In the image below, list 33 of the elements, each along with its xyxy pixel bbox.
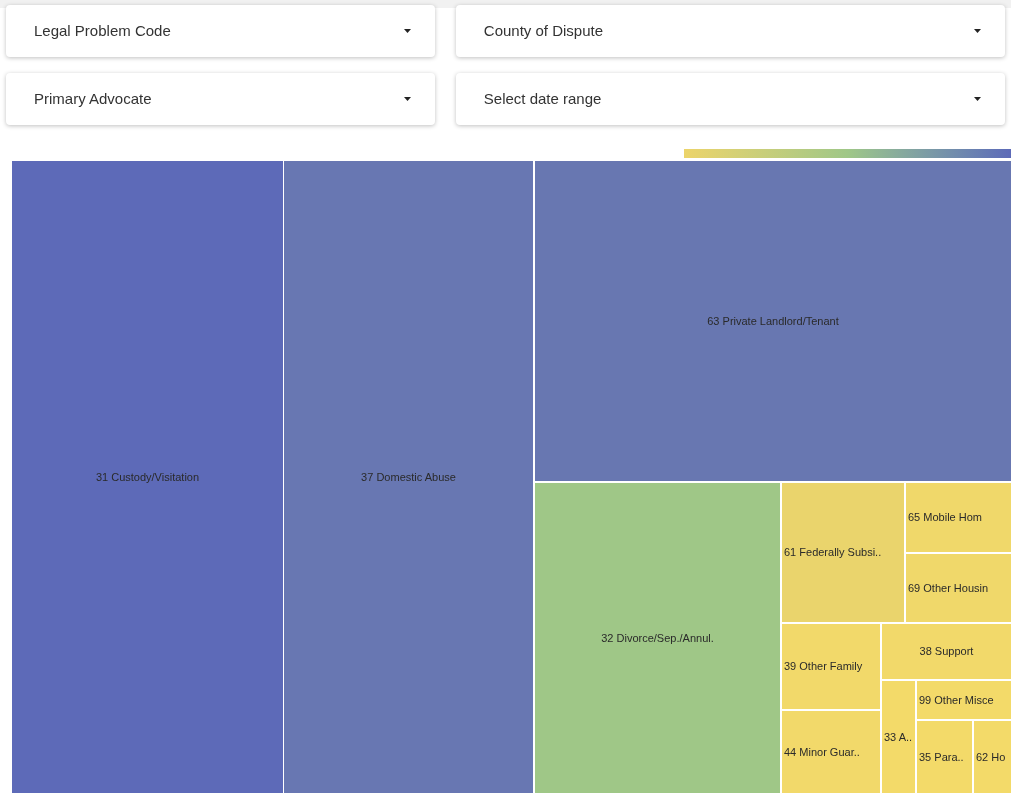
treemap-cell[interactable]: 38 Support	[882, 624, 1011, 679]
treemap-cell[interactable]: 61 Federally Subsi..	[782, 483, 904, 622]
cell-label: 44 Minor Guar..	[784, 744, 860, 760]
cell-label: 32 Divorce/Sep./Annul.	[601, 630, 714, 646]
filter-dropdown[interactable]: Select date range	[455, 73, 1005, 125]
cell-label: 69 Other Housin	[908, 580, 989, 596]
cell-label: 65 Mobile Hom	[908, 510, 982, 526]
cell-label: 31 Custody/Visitation	[95, 469, 200, 485]
treemap-cell[interactable]: 33 A..	[882, 681, 915, 793]
treemap-cell[interactable]: 35 Para..	[917, 721, 972, 793]
caret-icon	[403, 29, 411, 33]
cell-label: 39 Other Family	[784, 659, 863, 675]
filter-dropdown[interactable]: Primary Advocate	[6, 73, 435, 125]
treemap-cell[interactable]: 65 Mobile Hom	[906, 483, 1011, 552]
treemap-cell[interactable]: 69 Other Housin	[906, 554, 1011, 622]
cell-label: 99 Other Misce	[919, 692, 994, 708]
caret-icon	[974, 29, 981, 33]
treemap-cell[interactable]: 44 Minor Guar..	[782, 711, 880, 793]
cell-label: 33 A..	[884, 729, 913, 745]
filter-dropdown[interactable]: County of Dispute	[455, 5, 1005, 57]
treemap-cell[interactable]: 62 Ho	[974, 721, 1011, 793]
treemap-cell[interactable]: 99 Other Misce	[917, 681, 1011, 719]
treemap-cell[interactable]: 32 Divorce/Sep./Annul.	[535, 483, 780, 793]
cell-label: 37 Domestic Abuse	[361, 469, 456, 485]
caret-icon	[974, 97, 981, 101]
cell-label: 35 Para..	[919, 749, 964, 765]
treemap-cell[interactable]: 39 Other Family	[782, 624, 880, 709]
cell-label: 61 Federally Subsi..	[784, 545, 882, 561]
caret-icon	[403, 97, 411, 101]
cell-label: 62 Ho	[976, 749, 1006, 765]
filter-dropdown[interactable]: Legal Problem Code	[6, 5, 435, 57]
cell-label: 38 Support	[919, 644, 974, 660]
cell-label: 63 Private Landlord/Tenant	[707, 313, 839, 329]
